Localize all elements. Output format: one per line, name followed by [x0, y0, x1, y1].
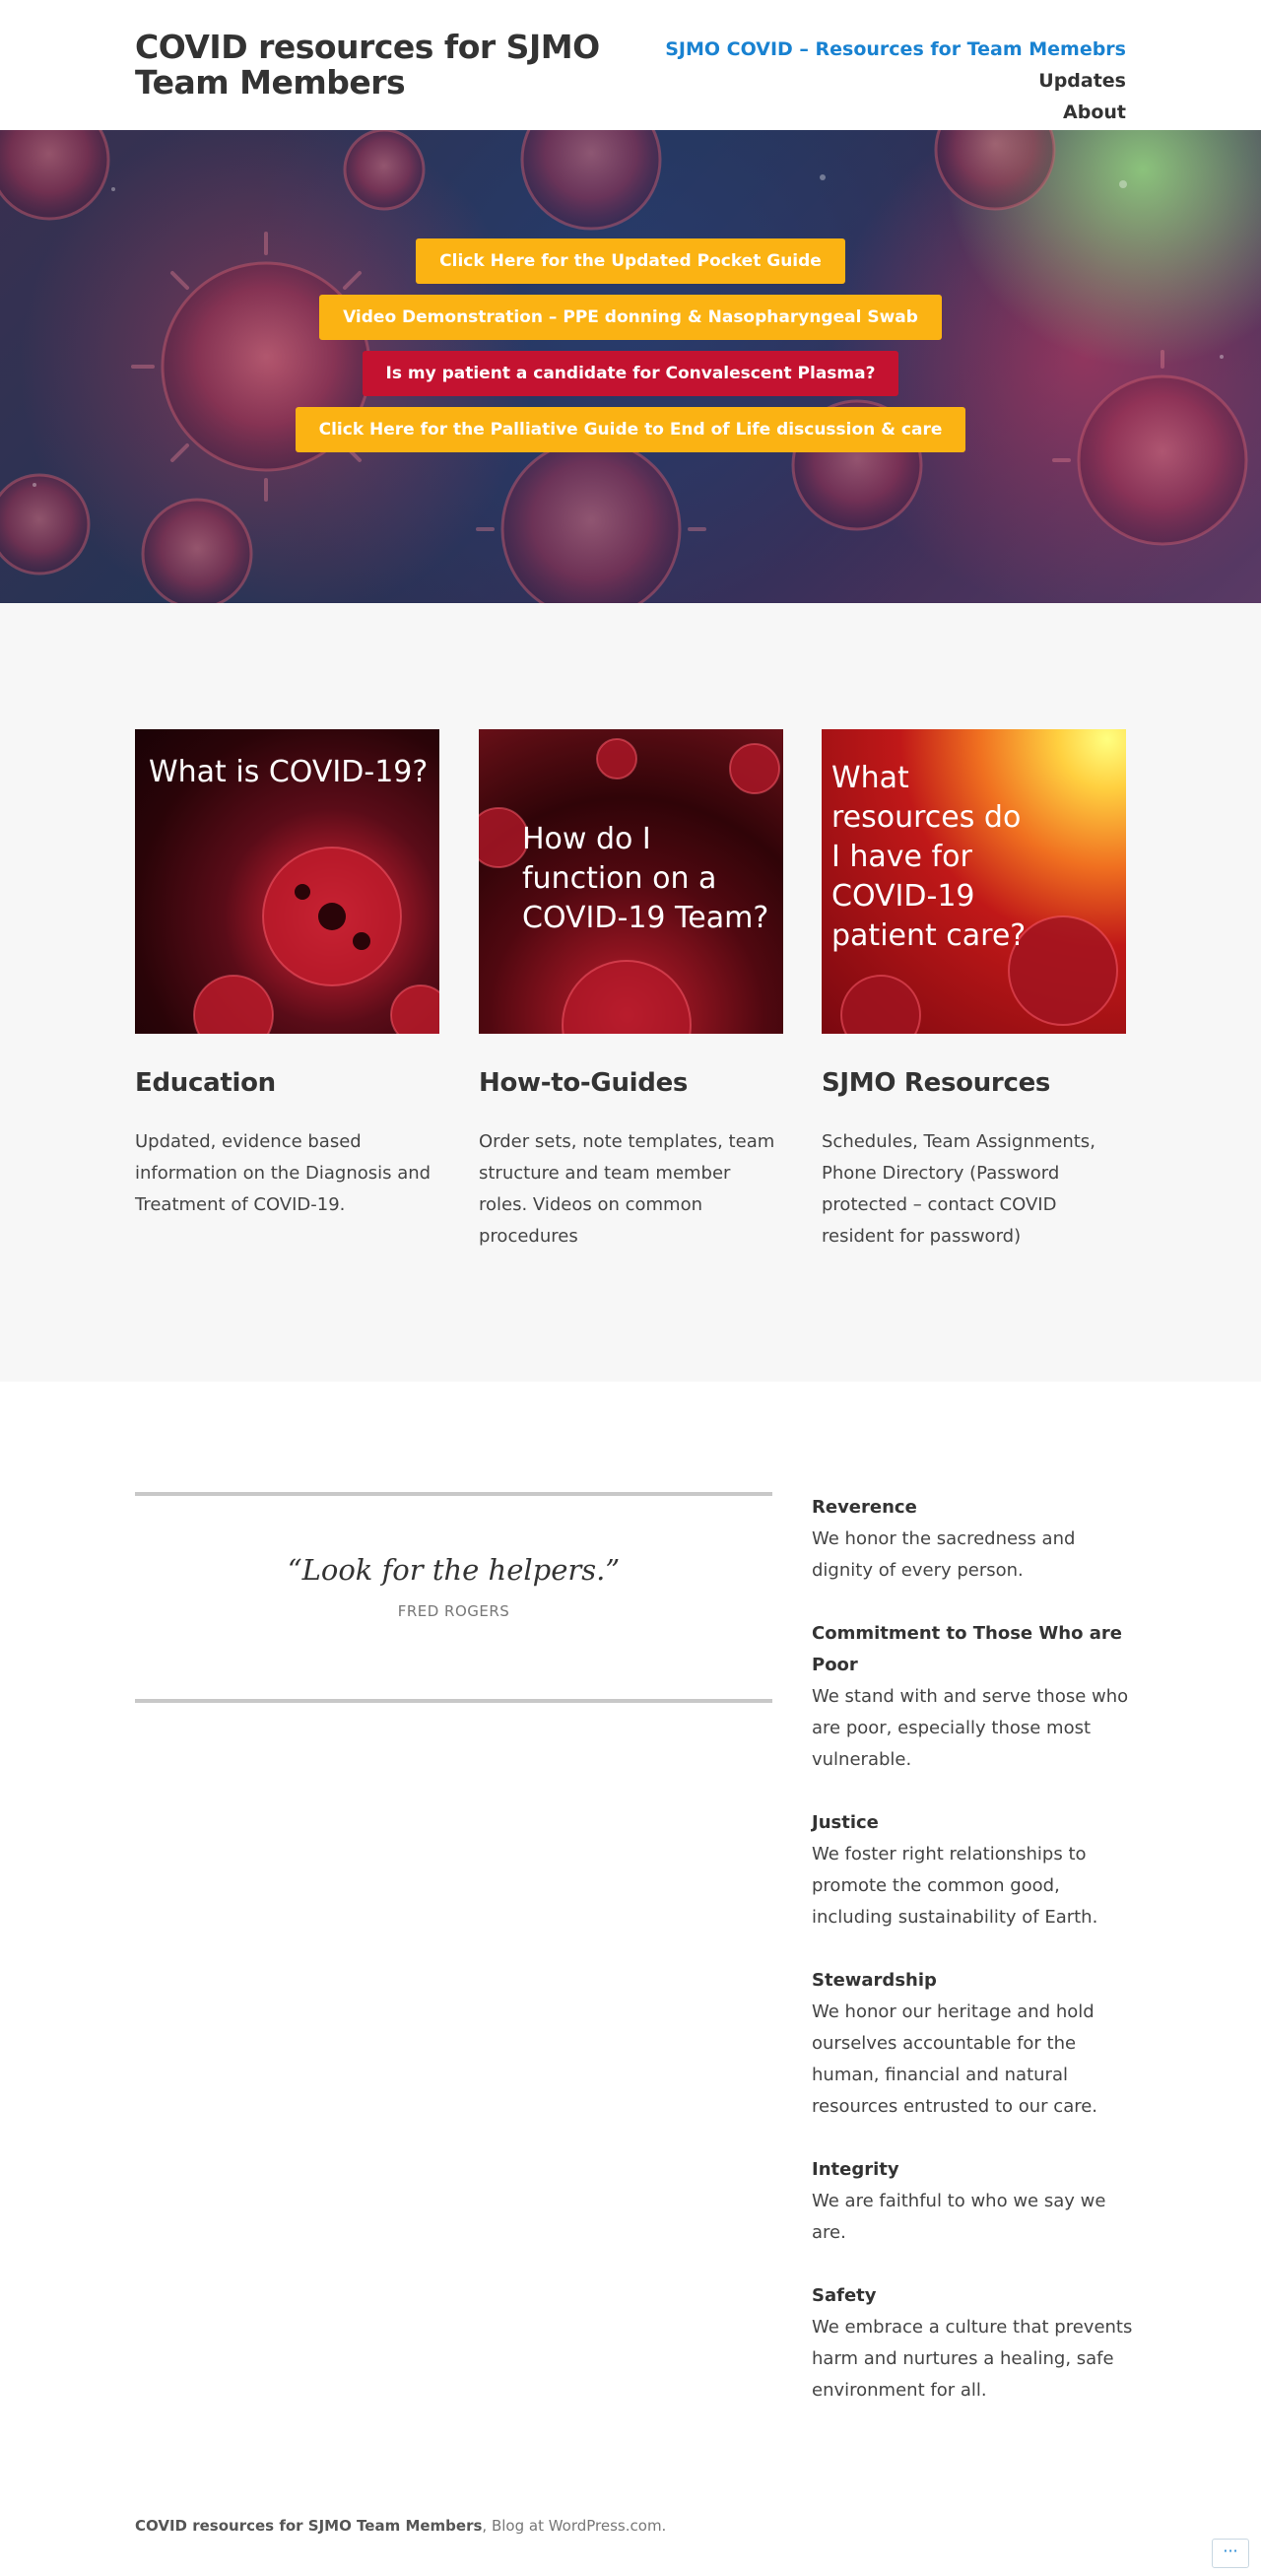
feature-description: Schedules, Team Assignments, Phone Direc…	[822, 1131, 1095, 1247]
how-to-guides-image-caption: How do I function on a COVID-19 Team?	[522, 822, 769, 935]
more-dots-icon[interactable]: ···	[1212, 2539, 1249, 2568]
ppe-video-button[interactable]: Video Demonstration – PPE donning & Naso…	[319, 295, 942, 340]
feature-description: Updated, evidence based information on t…	[135, 1131, 431, 1215]
education-image-caption: What is COVID-19?	[149, 755, 429, 789]
value-safety: Safety We embrace a culture that prevent…	[812, 2280, 1137, 2407]
value-justice: Justice We foster right relationships to…	[812, 1807, 1137, 1933]
how-to-guides-image[interactable]: How do I function on a COVID-19 Team?	[479, 729, 783, 1034]
site-header: COVID resources for SJMO Team Members SJ…	[0, 0, 1261, 130]
value-text: We honor our heritage and hold ourselves…	[812, 2001, 1098, 2117]
value-title: Reverence	[812, 1497, 917, 1518]
pull-quote: “Look for the helpers.” FRED ROGERS	[135, 1492, 772, 1703]
feature-description: Order sets, note templates, team structu…	[479, 1131, 775, 1247]
hero-button-group: Click Here for the Updated Pocket Guide …	[0, 238, 1261, 463]
value-title: Commitment to Those Who are Poor	[812, 1623, 1122, 1675]
main-navigation: SJMO COVID – Resources for Team Memebrs …	[574, 34, 1126, 128]
site-footer: COVID resources for SJMO Team Members, B…	[135, 2517, 666, 2535]
values-widget: Reverence We honor the sacredness and di…	[812, 1492, 1137, 2438]
value-integrity: Integrity We are faithful to who we say …	[812, 2154, 1137, 2249]
feature-title[interactable]: How-to-Guides	[479, 1067, 783, 1099]
feature-education: What is COVID-19? Education Updated, evi…	[135, 729, 439, 1221]
quote-text: “Look for the helpers.”	[287, 1553, 621, 1587]
value-title: Justice	[812, 1812, 879, 1833]
value-text: We embrace a culture that prevents harm …	[812, 2317, 1133, 2401]
value-text: We foster right relationships to promote…	[812, 1844, 1098, 1928]
nav-item-updates[interactable]: Updates	[1038, 65, 1126, 97]
features-section: What is COVID-19? Education Updated, evi…	[0, 603, 1261, 1382]
education-image[interactable]: What is COVID-19?	[135, 729, 439, 1034]
pocket-guide-button[interactable]: Click Here for the Updated Pocket Guide	[416, 238, 845, 284]
sjmo-resources-image[interactable]: What resources do I have for COVID-19 pa…	[822, 729, 1126, 1034]
site-title[interactable]: COVID resources for SJMO Team Members	[135, 30, 647, 101]
footer-site-link[interactable]: COVID resources for SJMO Team Members	[135, 2517, 482, 2535]
value-text: We are faithful to who we say we are.	[812, 2191, 1106, 2243]
value-title: Integrity	[812, 2159, 899, 2180]
quote-citation: FRED ROGERS	[397, 1602, 510, 1620]
nav-item-sjmo-covid-resources[interactable]: SJMO COVID – Resources for Team Memebrs	[665, 34, 1126, 65]
feature-title[interactable]: SJMO Resources	[822, 1067, 1126, 1099]
hero-banner: Click Here for the Updated Pocket Guide …	[0, 130, 1261, 603]
palliative-guide-button[interactable]: Click Here for the Palliative Guide to E…	[295, 407, 966, 452]
feature-sjmo-resources: What resources do I have for COVID-19 pa…	[822, 729, 1126, 1253]
value-text: We stand with and serve those who are po…	[812, 1686, 1129, 1770]
feature-title[interactable]: Education	[135, 1067, 439, 1099]
value-title: Stewardship	[812, 1970, 937, 1991]
footer-separator: ,	[482, 2517, 492, 2535]
sjmo-resources-image-caption: What resources do I have for COVID-19 pa…	[831, 761, 1027, 953]
convalescent-plasma-button[interactable]: Is my patient a candidate for Convalesce…	[362, 351, 899, 396]
value-text: We honor the sacredness and dignity of e…	[812, 1528, 1076, 1581]
feature-how-to-guides: How do I function on a COVID-19 Team? Ho…	[479, 729, 783, 1253]
value-commitment-to-poor: Commitment to Those Who are Poor We stan…	[812, 1618, 1137, 1776]
value-stewardship: Stewardship We honor our heritage and ho…	[812, 1965, 1137, 2123]
footer-wordpress-link[interactable]: Blog at WordPress.com.	[492, 2517, 666, 2535]
nav-item-about[interactable]: About	[1063, 97, 1126, 128]
value-title: Safety	[812, 2285, 877, 2306]
value-reverence: Reverence We honor the sacredness and di…	[812, 1492, 1137, 1587]
